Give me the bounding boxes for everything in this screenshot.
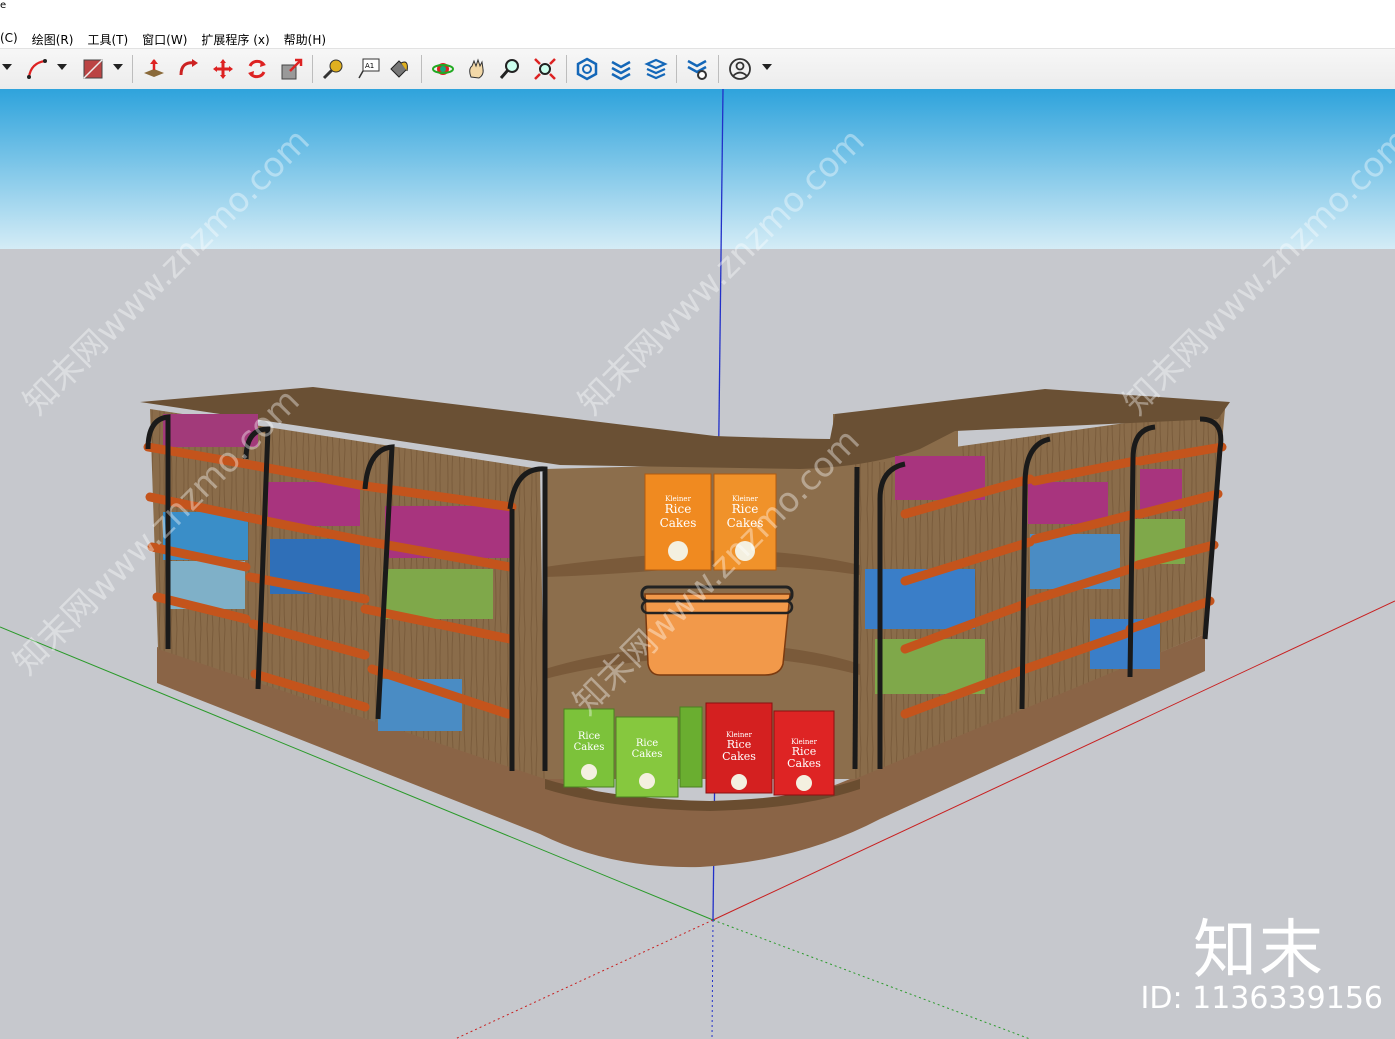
menu-draw[interactable]: 绘图(R): [32, 31, 74, 48]
tape-measure-icon[interactable]: [320, 56, 346, 82]
toolbar-separator: [566, 55, 567, 83]
snack-bags-row: [268, 482, 360, 526]
menu-camera[interactable]: (C): [0, 31, 18, 48]
rice-cake-image: [639, 773, 655, 789]
zoom-icon[interactable]: [497, 56, 523, 82]
follow-me-icon[interactable]: [176, 56, 202, 82]
menu-extensions[interactable]: 扩展程序 (x): [201, 31, 269, 48]
layout-icon[interactable]: [643, 56, 669, 82]
toolbar-separator: [676, 55, 677, 83]
account-dropdown-icon[interactable]: [762, 64, 772, 70]
box-label-line2: Cakes: [574, 742, 605, 753]
rice-cake-image: [796, 775, 812, 791]
toolbar-separator: [132, 55, 133, 83]
box-label-line2: Cakes: [632, 749, 663, 760]
move-icon[interactable]: [210, 56, 236, 82]
arc-dropdown-icon[interactable]: [57, 64, 67, 70]
menu-bar: e (C) 绘图(R) 工具(T) 窗口(W) 扩展程序 (x) 帮助(H): [0, 0, 1395, 48]
snack-bags-row: [1028, 482, 1108, 524]
id-label: ID: 1136339156: [1140, 981, 1383, 1016]
rice-cake-image: [581, 764, 597, 780]
menu-window[interactable]: 窗口(W): [142, 31, 187, 48]
push-pull-icon[interactable]: [141, 56, 167, 82]
menu-tools[interactable]: 工具(T): [87, 31, 128, 48]
shape-tool-icon[interactable]: [80, 56, 106, 82]
pan-icon[interactable]: [464, 56, 490, 82]
3d-viewport[interactable]: Kleiner Rice Cakes Kleiner Rice Cakes Ri…: [0, 89, 1395, 1039]
menu-help[interactable]: 帮助(H): [284, 31, 326, 48]
toolbar-separator: [421, 55, 422, 83]
rice-cake-image: [731, 774, 747, 790]
extension-warehouse-icon[interactable]: [608, 56, 634, 82]
svg-text:A1: A1: [365, 62, 374, 70]
rotate-icon[interactable]: [244, 56, 270, 82]
extension-manager-icon[interactable]: [684, 56, 710, 82]
line-dropdown-icon[interactable]: [2, 64, 12, 70]
toolbar-separator: [312, 55, 313, 83]
account-icon[interactable]: [727, 56, 753, 82]
scale-icon[interactable]: [279, 56, 305, 82]
box-label-line1: Rice: [665, 502, 692, 516]
text-label-icon[interactable]: A1: [356, 56, 382, 82]
zoom-extents-icon[interactable]: [532, 56, 558, 82]
arc-tool-icon[interactable]: [24, 56, 50, 82]
rice-cake-box-green: [679, 706, 703, 788]
box-label-line2: Cakes: [660, 516, 697, 530]
main-toolbar: A1: [0, 48, 1395, 90]
upright: [852, 466, 860, 770]
box-label-line1: Rice: [636, 738, 658, 749]
box-label-line1: Rice: [578, 731, 600, 742]
box-label-line2: Cakes: [787, 757, 821, 770]
box-label-line2: Cakes: [722, 750, 756, 763]
orbit-icon[interactable]: [430, 56, 456, 82]
brand-logo: 知末: [1193, 914, 1325, 988]
menu-leading-mark: e: [0, 0, 7, 11]
shape-dropdown-icon[interactable]: [113, 64, 123, 70]
rice-cake-image: [668, 541, 688, 561]
snack-bags-row: [383, 569, 493, 619]
paint-bucket-icon[interactable]: [386, 56, 412, 82]
toolbar-separator: [718, 55, 719, 83]
warehouse-icon[interactable]: [574, 56, 600, 82]
